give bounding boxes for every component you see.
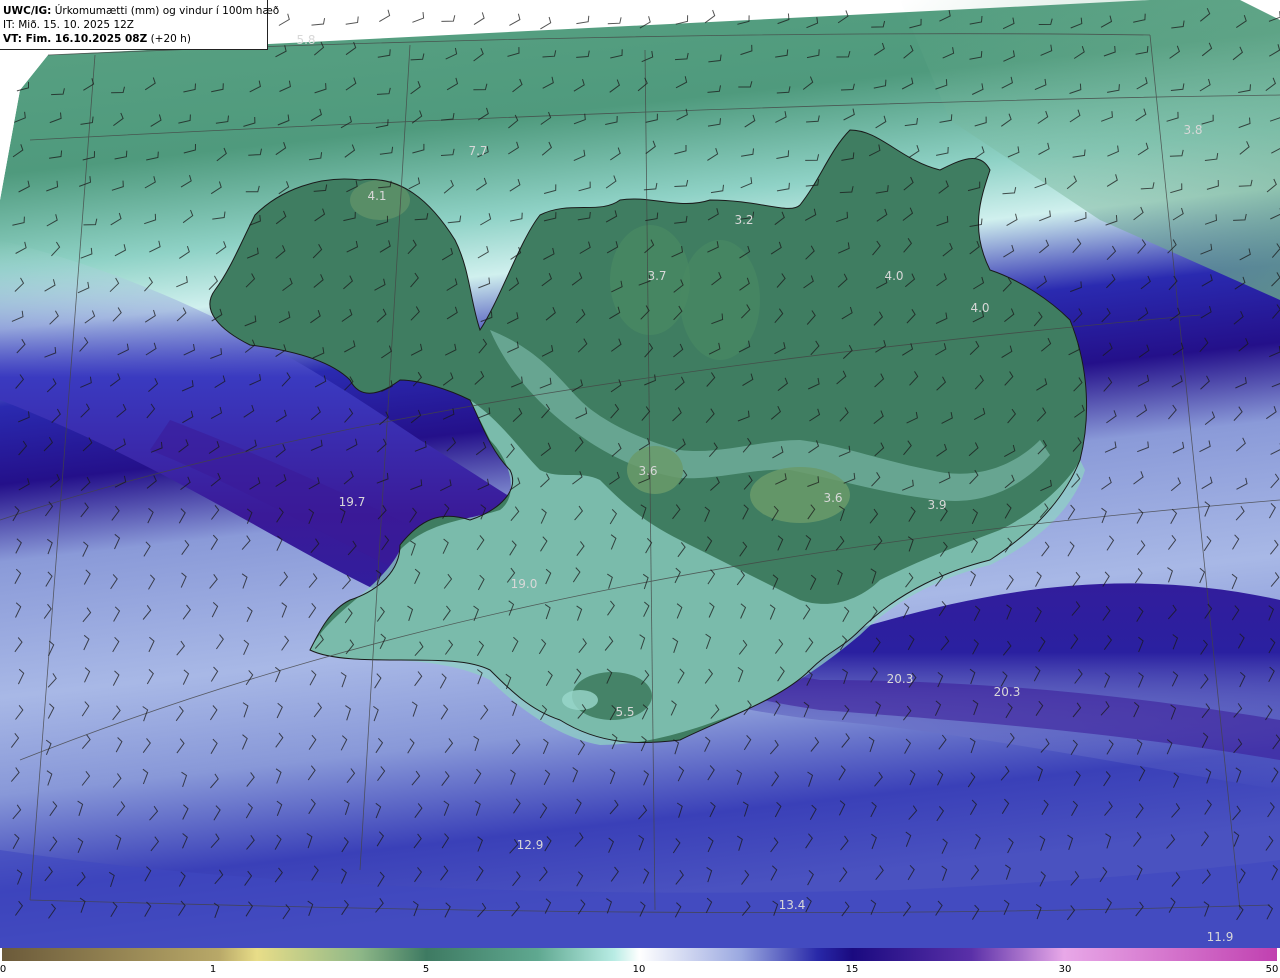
title-line: UWC/IG: Úrkomumætti (mm) og vindur í 100… (3, 4, 279, 18)
colorbar-tick-label: 1 (209, 964, 217, 975)
product-description: Úrkomumætti (mm) og vindur í 100m hæð (51, 5, 280, 17)
forecast-offset: (+20 h) (147, 33, 191, 45)
precip-value-label: 12.9 (516, 838, 544, 852)
colorbar: 0 1 5 10 15 30 50 (0, 948, 1280, 978)
north-highlands-2 (680, 240, 760, 360)
valid-time-line: VT: Fim. 16.10.2025 08Z (+20 h) (3, 32, 263, 46)
precip-value-label: 3.9 (927, 498, 947, 512)
precip-value-label: 5.5 (615, 705, 635, 719)
colorbar-tick-label: 15 (845, 964, 859, 975)
precip-value-label: 11.9 (1206, 930, 1234, 944)
precip-value-label: 3.2 (734, 213, 754, 227)
colorbar-tick-label: 50 (1265, 964, 1279, 975)
valid-time: VT: Fim. 16.10.2025 08Z (3, 33, 148, 45)
precip-value-label: 7.7 (468, 144, 488, 158)
precip-value-label: 3.6 (638, 464, 658, 478)
map-panel: 5.8 7.7 4.1 3.8 3.2 3.7 4.0 4.0 3.6 3.6 3.9 19.7 19.… (0, 0, 1280, 948)
product-code: UWC/IG: (3, 5, 52, 17)
precip-value-label: 3.6 (823, 491, 843, 505)
colorbar-tick-label: 5 (422, 964, 430, 975)
precip-value-label: 3.8 (1183, 123, 1203, 137)
precip-value-label: 13.4 (778, 898, 806, 912)
colorbar-tick-label: 0 (0, 964, 7, 975)
map-info-box: UWC/IG: Úrkomumætti (mm) og vindur í 100… (0, 0, 279, 50)
precip-value-label: 4.0 (970, 301, 990, 315)
colorbar-tick-label: 30 (1058, 964, 1072, 975)
colorbar-tick-label: 10 (632, 964, 646, 975)
glacier-eyjafjallajokull (562, 690, 598, 710)
colorbar-strip (2, 948, 1277, 961)
precip-value-label: 4.1 (367, 189, 387, 203)
precip-value-label: 20.3 (886, 672, 914, 686)
precip-value-label: 3.7 (647, 269, 667, 283)
precip-value-label: 19.7 (338, 495, 366, 509)
initial-time: IT: Mið. 15. 10. 2025 12Z (3, 19, 134, 31)
precip-value-label: 19.0 (510, 577, 538, 591)
precip-value-label: 20.3 (993, 685, 1021, 699)
precip-value-label: 5.8 (296, 33, 316, 47)
precip-value-label: 4.0 (884, 269, 904, 283)
